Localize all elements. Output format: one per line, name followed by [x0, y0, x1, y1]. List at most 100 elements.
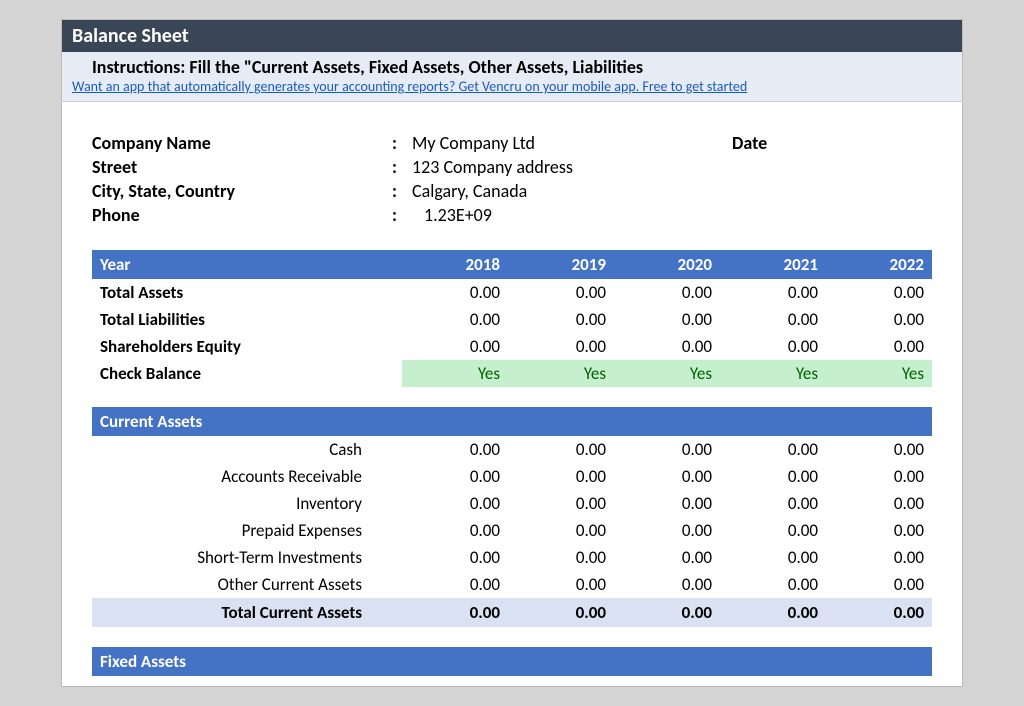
colon: : [392, 156, 412, 178]
cell[interactable]: 0.00 [826, 490, 932, 517]
cell[interactable]: 0.00 [508, 279, 614, 306]
total-current-assets-row: Total Current Assets 0.00 0.00 0.00 0.00… [92, 598, 932, 627]
row-label: Check Balance [92, 360, 402, 387]
cell[interactable]: 0.00 [826, 306, 932, 333]
row-label: Prepaid Expenses [92, 517, 402, 544]
current-assets-table: Current Assets Cash 0.00 0.00 0.00 0.00 … [92, 407, 932, 627]
cell[interactable]: 0.00 [720, 517, 826, 544]
cell: 0.00 [614, 598, 720, 627]
asset-row-cash: Cash 0.00 0.00 0.00 0.00 0.00 [92, 436, 932, 463]
year-col: 2021 [720, 250, 826, 279]
cell[interactable]: 0.00 [402, 463, 508, 490]
phone-label: Phone [92, 204, 392, 226]
year-label: Year [92, 250, 402, 279]
cell[interactable]: 0.00 [614, 333, 720, 360]
fixed-assets-header: Fixed Assets [92, 647, 932, 676]
colon: : [392, 204, 412, 226]
row-label: Other Current Assets [92, 571, 402, 598]
cell[interactable]: 0.00 [402, 279, 508, 306]
cell[interactable]: 0.00 [826, 544, 932, 571]
cell[interactable]: 0.00 [402, 544, 508, 571]
instructions-text: Instructions: Fill the "Current Assets, … [62, 52, 962, 78]
section-title: Current Assets [92, 407, 932, 436]
cell[interactable]: 0.00 [614, 517, 720, 544]
asset-row-other: Other Current Assets 0.00 0.00 0.00 0.00… [92, 571, 932, 598]
cell[interactable]: 0.00 [402, 306, 508, 333]
year-header-row: Year 2018 2019 2020 2021 2022 [92, 250, 932, 279]
summary-table: Year 2018 2019 2020 2021 2022 Total Asse… [92, 250, 932, 387]
cell: 0.00 [720, 598, 826, 627]
cell: 0.00 [508, 598, 614, 627]
document-title: Balance Sheet [62, 20, 962, 52]
cell[interactable]: 0.00 [402, 436, 508, 463]
cell[interactable]: 0.00 [614, 306, 720, 333]
cell[interactable]: 0.00 [720, 571, 826, 598]
row-label: Inventory [92, 490, 402, 517]
cell[interactable]: 0.00 [720, 490, 826, 517]
instructions-box: Instructions: Fill the "Current Assets, … [62, 52, 962, 102]
cell[interactable]: 0.00 [508, 490, 614, 517]
cell[interactable]: 0.00 [508, 571, 614, 598]
phone-value[interactable]: 1.23E+09 [412, 204, 732, 226]
cell[interactable]: 0.00 [720, 463, 826, 490]
year-col: 2022 [826, 250, 932, 279]
cell[interactable]: 0.00 [508, 463, 614, 490]
street-label: Street [92, 156, 392, 178]
cell[interactable]: 0.00 [508, 544, 614, 571]
cell[interactable]: 0.00 [508, 517, 614, 544]
colon: : [392, 132, 412, 154]
shareholders-equity-row: Shareholders Equity 0.00 0.00 0.00 0.00 … [92, 333, 932, 360]
cell: Yes [508, 360, 614, 387]
cell[interactable]: 0.00 [402, 571, 508, 598]
city-label: City, State, Country [92, 180, 392, 202]
cell[interactable]: 0.00 [720, 544, 826, 571]
cell[interactable]: 0.00 [402, 333, 508, 360]
cell[interactable]: 0.00 [826, 517, 932, 544]
cell[interactable]: 0.00 [614, 463, 720, 490]
promo-link[interactable]: Want an app that automatically generates… [62, 78, 962, 101]
city-value[interactable]: Calgary, Canada [412, 180, 732, 202]
total-assets-row: Total Assets 0.00 0.00 0.00 0.00 0.00 [92, 279, 932, 306]
asset-row-inventory: Inventory 0.00 0.00 0.00 0.00 0.00 [92, 490, 932, 517]
row-label: Total Liabilities [92, 306, 402, 333]
company-name-value[interactable]: My Company Ltd [412, 132, 732, 154]
company-info: Company Name : My Company Ltd Date Stree… [92, 132, 932, 226]
cell[interactable]: 0.00 [508, 306, 614, 333]
cell[interactable]: 0.00 [508, 333, 614, 360]
cell[interactable]: 0.00 [614, 544, 720, 571]
asset-row-ar: Accounts Receivable 0.00 0.00 0.00 0.00 … [92, 463, 932, 490]
cell: Yes [614, 360, 720, 387]
cell[interactable]: 0.00 [720, 333, 826, 360]
cell: Yes [402, 360, 508, 387]
row-label: Shareholders Equity [92, 333, 402, 360]
cell: 0.00 [402, 598, 508, 627]
cell[interactable]: 0.00 [614, 436, 720, 463]
cell[interactable]: 0.00 [402, 517, 508, 544]
row-label: Total Current Assets [92, 598, 402, 627]
cell[interactable]: 0.00 [720, 306, 826, 333]
cell[interactable]: 0.00 [402, 490, 508, 517]
cell[interactable]: 0.00 [614, 279, 720, 306]
balance-sheet-document: Balance Sheet Instructions: Fill the "Cu… [62, 20, 962, 686]
company-name-label: Company Name [92, 132, 392, 154]
cell: 0.00 [826, 598, 932, 627]
cell[interactable]: 0.00 [826, 436, 932, 463]
cell[interactable]: 0.00 [826, 279, 932, 306]
cell[interactable]: 0.00 [614, 571, 720, 598]
cell[interactable]: 0.00 [826, 333, 932, 360]
row-label: Accounts Receivable [92, 463, 402, 490]
current-assets-header: Current Assets [92, 407, 932, 436]
row-label: Short-Term Investments [92, 544, 402, 571]
date-label: Date [732, 132, 932, 154]
cell[interactable]: 0.00 [508, 436, 614, 463]
cell[interactable]: 0.00 [826, 571, 932, 598]
year-col: 2019 [508, 250, 614, 279]
cell[interactable]: 0.00 [720, 279, 826, 306]
cell[interactable]: 0.00 [720, 436, 826, 463]
fixed-assets-table: Fixed Assets [92, 647, 932, 676]
cell[interactable]: 0.00 [826, 463, 932, 490]
street-value[interactable]: 123 Company address [412, 156, 732, 178]
asset-row-prepaid: Prepaid Expenses 0.00 0.00 0.00 0.00 0.0… [92, 517, 932, 544]
asset-row-stinv: Short-Term Investments 0.00 0.00 0.00 0.… [92, 544, 932, 571]
cell[interactable]: 0.00 [614, 490, 720, 517]
